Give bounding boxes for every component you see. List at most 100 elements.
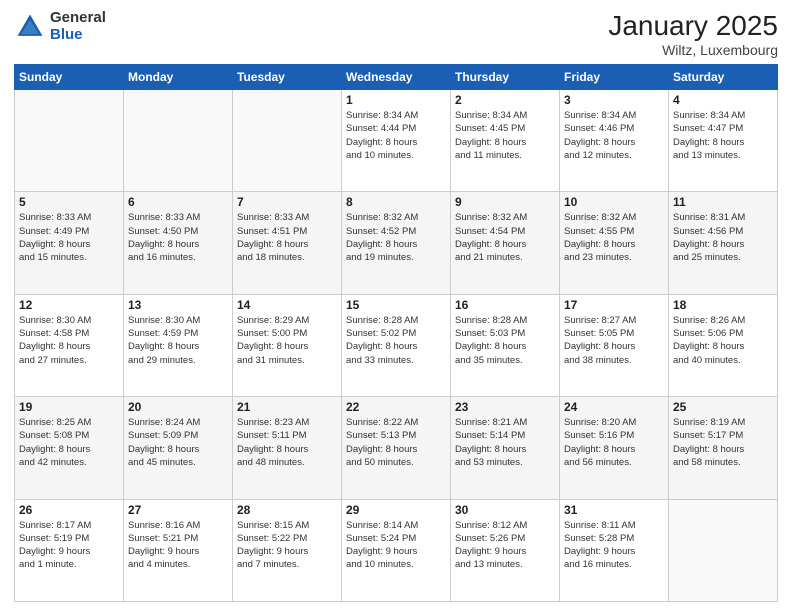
calendar-header-row: Sunday Monday Tuesday Wednesday Thursday… xyxy=(15,65,778,90)
day-info: Sunrise: 8:14 AM Sunset: 5:24 PM Dayligh… xyxy=(346,519,446,572)
day-number: 19 xyxy=(19,400,119,414)
day-number: 31 xyxy=(564,503,664,517)
day-number: 7 xyxy=(237,195,337,209)
calendar-cell-w5-d6: 31 Sunrise: 8:11 AM Sunset: 5:28 PM Dayli… xyxy=(560,499,669,601)
day-info: Sunrise: 8:34 AM Sunset: 4:46 PM Dayligh… xyxy=(564,109,664,162)
logo: General Blue xyxy=(14,10,106,43)
calendar-cell-w2-d7: 11 Sunrise: 8:31 AM Sunset: 4:56 PM Dayli… xyxy=(669,192,778,294)
day-info: Sunrise: 8:20 AM Sunset: 5:16 PM Dayligh… xyxy=(564,416,664,469)
calendar-cell-w1-d3 xyxy=(233,90,342,192)
calendar-cell-w5-d1: 26 Sunrise: 8:17 AM Sunset: 5:19 PM Dayli… xyxy=(15,499,124,601)
col-tuesday: Tuesday xyxy=(233,65,342,90)
day-number: 18 xyxy=(673,298,773,312)
calendar-cell-w1-d6: 3Sunrise: 8:34 AM Sunset: 4:46 PM Daylig… xyxy=(560,90,669,192)
calendar-cell-w2-d2: 6 Sunrise: 8:33 AM Sunset: 4:50 PM Daylig… xyxy=(124,192,233,294)
day-info: Sunrise: 8:29 AM Sunset: 5:00 PM Dayligh… xyxy=(237,314,337,367)
calendar-cell-w2-d4: 8 Sunrise: 8:32 AM Sunset: 4:52 PM Daylig… xyxy=(342,192,451,294)
day-number: 28 xyxy=(237,503,337,517)
day-number: 6 xyxy=(128,195,228,209)
day-info: Sunrise: 8:33 AM Sunset: 4:50 PM Dayligh… xyxy=(128,211,228,264)
day-info: Sunrise: 8:15 AM Sunset: 5:22 PM Dayligh… xyxy=(237,519,337,572)
day-number: 12 xyxy=(19,298,119,312)
day-info: Sunrise: 8:24 AM Sunset: 5:09 PM Dayligh… xyxy=(128,416,228,469)
calendar-cell-w2-d1: 5 Sunrise: 8:33 AM Sunset: 4:49 PM Daylig… xyxy=(15,192,124,294)
day-info: Sunrise: 8:30 AM Sunset: 4:59 PM Dayligh… xyxy=(128,314,228,367)
calendar-table: Sunday Monday Tuesday Wednesday Thursday… xyxy=(14,64,778,602)
page: General Blue January 2025 Wiltz, Luxembo… xyxy=(0,0,792,612)
day-number: 23 xyxy=(455,400,555,414)
calendar-week-3: 12Sunrise: 8:30 AM Sunset: 4:58 PM Dayli… xyxy=(15,294,778,396)
day-info: Sunrise: 8:34 AM Sunset: 4:47 PM Dayligh… xyxy=(673,109,773,162)
calendar-cell-w4-d7: 25Sunrise: 8:19 AM Sunset: 5:17 PM Dayli… xyxy=(669,397,778,499)
day-number: 30 xyxy=(455,503,555,517)
day-number: 16 xyxy=(455,298,555,312)
calendar-week-4: 19 Sunrise: 8:25 AM Sunset: 5:08 PM Dayli… xyxy=(15,397,778,499)
col-sunday: Sunday xyxy=(15,65,124,90)
calendar-cell-w3-d5: 16 Sunrise: 8:28 AM Sunset: 5:03 PM Dayli… xyxy=(451,294,560,396)
day-info: Sunrise: 8:17 AM Sunset: 5:19 PM Dayligh… xyxy=(19,519,119,572)
day-number: 26 xyxy=(19,503,119,517)
calendar-cell-w2-d6: 10 Sunrise: 8:32 AM Sunset: 4:55 PM Dayli… xyxy=(560,192,669,294)
month-title: January 2025 xyxy=(608,10,778,42)
day-info: Sunrise: 8:26 AM Sunset: 5:06 PM Dayligh… xyxy=(673,314,773,367)
day-number: 27 xyxy=(128,503,228,517)
day-info: Sunrise: 8:28 AM Sunset: 5:02 PM Dayligh… xyxy=(346,314,446,367)
calendar-cell-w5-d3: 28 Sunrise: 8:15 AM Sunset: 5:22 PM Dayli… xyxy=(233,499,342,601)
title-block: January 2025 Wiltz, Luxembourg xyxy=(608,10,778,58)
day-info: Sunrise: 8:34 AM Sunset: 4:44 PM Dayligh… xyxy=(346,109,446,162)
day-number: 9 xyxy=(455,195,555,209)
day-number: 20 xyxy=(128,400,228,414)
calendar-cell-w3-d6: 17Sunrise: 8:27 AM Sunset: 5:05 PM Dayli… xyxy=(560,294,669,396)
col-friday: Friday xyxy=(560,65,669,90)
logo-general-text: General xyxy=(50,10,106,27)
calendar-cell-w5-d2: 27 Sunrise: 8:16 AM Sunset: 5:21 PM Dayli… xyxy=(124,499,233,601)
calendar-cell-w1-d5: 2 Sunrise: 8:34 AM Sunset: 4:45 PM Daylig… xyxy=(451,90,560,192)
day-info: Sunrise: 8:31 AM Sunset: 4:56 PM Dayligh… xyxy=(673,211,773,264)
calendar-cell-w3-d4: 15 Sunrise: 8:28 AM Sunset: 5:02 PM Dayli… xyxy=(342,294,451,396)
calendar-cell-w4-d5: 23Sunrise: 8:21 AM Sunset: 5:14 PM Dayli… xyxy=(451,397,560,499)
day-number: 11 xyxy=(673,195,773,209)
day-info: Sunrise: 8:11 AM Sunset: 5:28 PM Dayligh… xyxy=(564,519,664,572)
calendar-cell-w1-d7: 4Sunrise: 8:34 AM Sunset: 4:47 PM Daylig… xyxy=(669,90,778,192)
day-number: 8 xyxy=(346,195,446,209)
day-number: 24 xyxy=(564,400,664,414)
calendar-cell-w5-d5: 30 Sunrise: 8:12 AM Sunset: 5:26 PM Dayli… xyxy=(451,499,560,601)
day-info: Sunrise: 8:32 AM Sunset: 4:54 PM Dayligh… xyxy=(455,211,555,264)
day-number: 10 xyxy=(564,195,664,209)
calendar-cell-w5-d7 xyxy=(669,499,778,601)
day-info: Sunrise: 8:16 AM Sunset: 5:21 PM Dayligh… xyxy=(128,519,228,572)
col-saturday: Saturday xyxy=(669,65,778,90)
day-number: 5 xyxy=(19,195,119,209)
day-info: Sunrise: 8:19 AM Sunset: 5:17 PM Dayligh… xyxy=(673,416,773,469)
calendar-cell-w1-d1 xyxy=(15,90,124,192)
day-info: Sunrise: 8:33 AM Sunset: 4:51 PM Dayligh… xyxy=(237,211,337,264)
calendar-cell-w4-d6: 24 Sunrise: 8:20 AM Sunset: 5:16 PM Dayli… xyxy=(560,397,669,499)
day-info: Sunrise: 8:33 AM Sunset: 4:49 PM Dayligh… xyxy=(19,211,119,264)
day-info: Sunrise: 8:32 AM Sunset: 4:52 PM Dayligh… xyxy=(346,211,446,264)
day-info: Sunrise: 8:28 AM Sunset: 5:03 PM Dayligh… xyxy=(455,314,555,367)
header: General Blue January 2025 Wiltz, Luxembo… xyxy=(14,10,778,58)
calendar-week-2: 5 Sunrise: 8:33 AM Sunset: 4:49 PM Daylig… xyxy=(15,192,778,294)
calendar-cell-w4-d1: 19 Sunrise: 8:25 AM Sunset: 5:08 PM Dayli… xyxy=(15,397,124,499)
day-info: Sunrise: 8:32 AM Sunset: 4:55 PM Dayligh… xyxy=(564,211,664,264)
day-number: 2 xyxy=(455,93,555,107)
calendar-cell-w4-d3: 21Sunrise: 8:23 AM Sunset: 5:11 PM Dayli… xyxy=(233,397,342,499)
calendar-cell-w5-d4: 29Sunrise: 8:14 AM Sunset: 5:24 PM Dayli… xyxy=(342,499,451,601)
day-info: Sunrise: 8:25 AM Sunset: 5:08 PM Dayligh… xyxy=(19,416,119,469)
day-info: Sunrise: 8:27 AM Sunset: 5:05 PM Dayligh… xyxy=(564,314,664,367)
day-info: Sunrise: 8:12 AM Sunset: 5:26 PM Dayligh… xyxy=(455,519,555,572)
calendar-cell-w3-d2: 13Sunrise: 8:30 AM Sunset: 4:59 PM Dayli… xyxy=(124,294,233,396)
day-info: Sunrise: 8:34 AM Sunset: 4:45 PM Dayligh… xyxy=(455,109,555,162)
location-subtitle: Wiltz, Luxembourg xyxy=(608,42,778,58)
calendar-cell-w2-d3: 7 Sunrise: 8:33 AM Sunset: 4:51 PM Daylig… xyxy=(233,192,342,294)
day-number: 21 xyxy=(237,400,337,414)
day-number: 14 xyxy=(237,298,337,312)
day-number: 22 xyxy=(346,400,446,414)
day-number: 15 xyxy=(346,298,446,312)
calendar-cell-w1-d4: 1Sunrise: 8:34 AM Sunset: 4:44 PM Daylig… xyxy=(342,90,451,192)
calendar-week-5: 26 Sunrise: 8:17 AM Sunset: 5:19 PM Dayli… xyxy=(15,499,778,601)
logo-icon xyxy=(14,11,46,43)
calendar-week-1: 1Sunrise: 8:34 AM Sunset: 4:44 PM Daylig… xyxy=(15,90,778,192)
logo-blue-text: Blue xyxy=(50,27,106,44)
calendar-cell-w3-d7: 18 Sunrise: 8:26 AM Sunset: 5:06 PM Dayli… xyxy=(669,294,778,396)
